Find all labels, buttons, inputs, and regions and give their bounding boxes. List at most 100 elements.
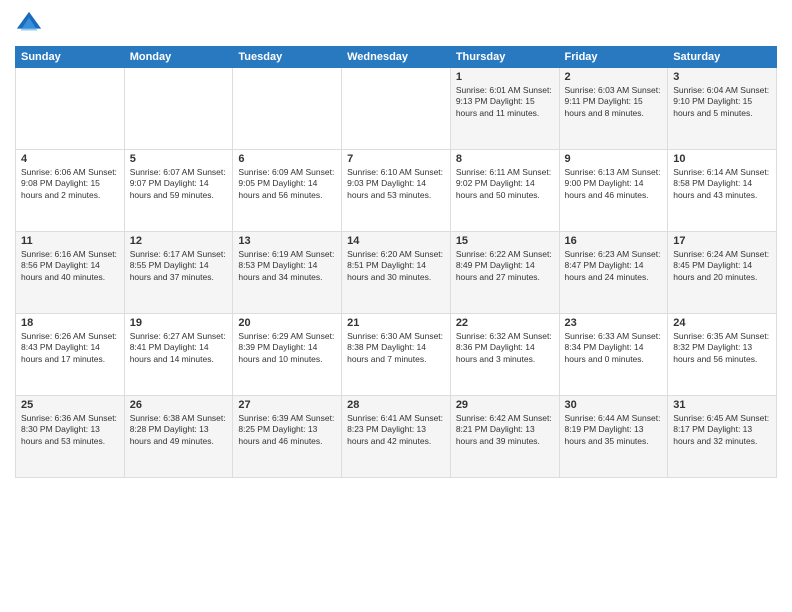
- header-cell-tuesday: Tuesday: [233, 47, 342, 68]
- day-cell: 28 Sunrise: 6:41 AM Sunset: 8:23 PM Dayli…: [342, 396, 451, 478]
- day-number: 20: [238, 317, 336, 329]
- day-cell: 24 Sunrise: 6:35 AM Sunset: 8:32 PM Dayli…: [668, 314, 777, 396]
- day-info: Sunrise: 6:42 AM Sunset: 8:21 PM Dayligh…: [456, 413, 554, 447]
- day-info: Sunrise: 6:29 AM Sunset: 8:39 PM Dayligh…: [238, 331, 336, 365]
- day-info: Sunrise: 6:14 AM Sunset: 8:58 PM Dayligh…: [673, 167, 771, 201]
- day-number: 19: [130, 317, 228, 329]
- week-row-5: 25Sunrise: 6:36 AM Sunset: 8:30 PM Dayli…: [16, 396, 777, 478]
- day-cell: 25Sunrise: 6:36 AM Sunset: 8:30 PM Dayli…: [16, 396, 125, 478]
- day-info: Sunrise: 6:39 AM Sunset: 8:25 PM Dayligh…: [238, 413, 336, 447]
- day-info: Sunrise: 6:20 AM Sunset: 8:51 PM Dayligh…: [347, 249, 445, 283]
- header-cell-thursday: Thursday: [450, 47, 559, 68]
- day-info: Sunrise: 6:07 AM Sunset: 9:07 PM Dayligh…: [130, 167, 228, 201]
- day-cell: 23 Sunrise: 6:33 AM Sunset: 8:34 PM Dayli…: [559, 314, 668, 396]
- day-number: 21: [347, 317, 445, 329]
- day-cell: 14 Sunrise: 6:20 AM Sunset: 8:51 PM Dayli…: [342, 232, 451, 314]
- header: [15, 10, 777, 38]
- day-cell: 4 Sunrise: 6:06 AM Sunset: 9:08 PM Daylig…: [16, 150, 125, 232]
- day-info: Sunrise: 6:01 AM Sunset: 9:13 PM Dayligh…: [456, 85, 554, 119]
- day-info: Sunrise: 6:16 AM Sunset: 8:56 PM Dayligh…: [21, 249, 119, 283]
- header-cell-sunday: Sunday: [16, 47, 125, 68]
- day-info: Sunrise: 6:35 AM Sunset: 8:32 PM Dayligh…: [673, 331, 771, 365]
- day-cell: [124, 68, 233, 150]
- day-number: 2: [565, 71, 663, 83]
- day-cell: 29 Sunrise: 6:42 AM Sunset: 8:21 PM Dayli…: [450, 396, 559, 478]
- day-number: 4: [21, 153, 119, 165]
- day-info: Sunrise: 6:11 AM Sunset: 9:02 PM Dayligh…: [456, 167, 554, 201]
- day-cell: 10Sunrise: 6:14 AM Sunset: 8:58 PM Dayli…: [668, 150, 777, 232]
- day-number: 7: [347, 153, 445, 165]
- header-cell-friday: Friday: [559, 47, 668, 68]
- day-number: 13: [238, 235, 336, 247]
- day-number: 29: [456, 399, 554, 411]
- day-cell: 19 Sunrise: 6:27 AM Sunset: 8:41 PM Dayli…: [124, 314, 233, 396]
- page: SundayMondayTuesdayWednesdayThursdayFrid…: [0, 0, 792, 612]
- day-number: 9: [565, 153, 663, 165]
- day-number: 31: [673, 399, 771, 411]
- day-number: 14: [347, 235, 445, 247]
- day-number: 27: [238, 399, 336, 411]
- day-cell: 17Sunrise: 6:24 AM Sunset: 8:45 PM Dayli…: [668, 232, 777, 314]
- day-info: Sunrise: 6:13 AM Sunset: 9:00 PM Dayligh…: [565, 167, 663, 201]
- day-cell: 5 Sunrise: 6:07 AM Sunset: 9:07 PM Daylig…: [124, 150, 233, 232]
- day-number: 26: [130, 399, 228, 411]
- day-info: Sunrise: 6:44 AM Sunset: 8:19 PM Dayligh…: [565, 413, 663, 447]
- day-cell: 13 Sunrise: 6:19 AM Sunset: 8:53 PM Dayli…: [233, 232, 342, 314]
- week-row-2: 4 Sunrise: 6:06 AM Sunset: 9:08 PM Daylig…: [16, 150, 777, 232]
- header-cell-wednesday: Wednesday: [342, 47, 451, 68]
- week-row-4: 18 Sunrise: 6:26 AM Sunset: 8:43 PM Dayli…: [16, 314, 777, 396]
- day-cell: 21 Sunrise: 6:30 AM Sunset: 8:38 PM Dayli…: [342, 314, 451, 396]
- day-info: Sunrise: 6:32 AM Sunset: 8:36 PM Dayligh…: [456, 331, 554, 365]
- day-info: Sunrise: 6:10 AM Sunset: 9:03 PM Dayligh…: [347, 167, 445, 201]
- day-number: 3: [673, 71, 771, 83]
- day-number: 17: [673, 235, 771, 247]
- day-number: 8: [456, 153, 554, 165]
- day-number: 5: [130, 153, 228, 165]
- day-info: Sunrise: 6:33 AM Sunset: 8:34 PM Dayligh…: [565, 331, 663, 365]
- day-info: Sunrise: 6:19 AM Sunset: 8:53 PM Dayligh…: [238, 249, 336, 283]
- logo: [15, 10, 47, 38]
- day-number: 15: [456, 235, 554, 247]
- week-row-1: 1 Sunrise: 6:01 AM Sunset: 9:13 PM Daylig…: [16, 68, 777, 150]
- day-cell: [16, 68, 125, 150]
- day-cell: [233, 68, 342, 150]
- day-number: 1: [456, 71, 554, 83]
- day-number: 24: [673, 317, 771, 329]
- day-cell: 12Sunrise: 6:17 AM Sunset: 8:55 PM Dayli…: [124, 232, 233, 314]
- day-cell: 20 Sunrise: 6:29 AM Sunset: 8:39 PM Dayli…: [233, 314, 342, 396]
- day-cell: 2Sunrise: 6:03 AM Sunset: 9:11 PM Daylig…: [559, 68, 668, 150]
- day-info: Sunrise: 6:27 AM Sunset: 8:41 PM Dayligh…: [130, 331, 228, 365]
- day-info: Sunrise: 6:09 AM Sunset: 9:05 PM Dayligh…: [238, 167, 336, 201]
- day-cell: 7 Sunrise: 6:10 AM Sunset: 9:03 PM Daylig…: [342, 150, 451, 232]
- day-cell: 30 Sunrise: 6:44 AM Sunset: 8:19 PM Dayli…: [559, 396, 668, 478]
- day-number: 18: [21, 317, 119, 329]
- day-number: 28: [347, 399, 445, 411]
- day-cell: 18 Sunrise: 6:26 AM Sunset: 8:43 PM Dayli…: [16, 314, 125, 396]
- day-info: Sunrise: 6:41 AM Sunset: 8:23 PM Dayligh…: [347, 413, 445, 447]
- day-info: Sunrise: 6:38 AM Sunset: 8:28 PM Dayligh…: [130, 413, 228, 447]
- day-info: Sunrise: 6:23 AM Sunset: 8:47 PM Dayligh…: [565, 249, 663, 283]
- day-info: Sunrise: 6:26 AM Sunset: 8:43 PM Dayligh…: [21, 331, 119, 365]
- day-number: 23: [565, 317, 663, 329]
- day-cell: [342, 68, 451, 150]
- header-cell-monday: Monday: [124, 47, 233, 68]
- logo-icon: [15, 10, 43, 38]
- day-cell: 6Sunrise: 6:09 AM Sunset: 9:05 PM Daylig…: [233, 150, 342, 232]
- day-cell: 26 Sunrise: 6:38 AM Sunset: 8:28 PM Dayli…: [124, 396, 233, 478]
- day-number: 30: [565, 399, 663, 411]
- day-info: Sunrise: 6:06 AM Sunset: 9:08 PM Dayligh…: [21, 167, 119, 201]
- day-cell: 3 Sunrise: 6:04 AM Sunset: 9:10 PM Daylig…: [668, 68, 777, 150]
- day-number: 25: [21, 399, 119, 411]
- day-cell: 8 Sunrise: 6:11 AM Sunset: 9:02 PM Daylig…: [450, 150, 559, 232]
- header-cell-saturday: Saturday: [668, 47, 777, 68]
- day-cell: 31 Sunrise: 6:45 AM Sunset: 8:17 PM Dayli…: [668, 396, 777, 478]
- day-info: Sunrise: 6:30 AM Sunset: 8:38 PM Dayligh…: [347, 331, 445, 365]
- calendar-table: SundayMondayTuesdayWednesdayThursdayFrid…: [15, 46, 777, 478]
- day-cell: 1 Sunrise: 6:01 AM Sunset: 9:13 PM Daylig…: [450, 68, 559, 150]
- day-info: Sunrise: 6:45 AM Sunset: 8:17 PM Dayligh…: [673, 413, 771, 447]
- day-cell: 11Sunrise: 6:16 AM Sunset: 8:56 PM Dayli…: [16, 232, 125, 314]
- day-info: Sunrise: 6:04 AM Sunset: 9:10 PM Dayligh…: [673, 85, 771, 119]
- week-row-3: 11Sunrise: 6:16 AM Sunset: 8:56 PM Dayli…: [16, 232, 777, 314]
- header-row: SundayMondayTuesdayWednesdayThursdayFrid…: [16, 47, 777, 68]
- day-cell: 16Sunrise: 6:23 AM Sunset: 8:47 PM Dayli…: [559, 232, 668, 314]
